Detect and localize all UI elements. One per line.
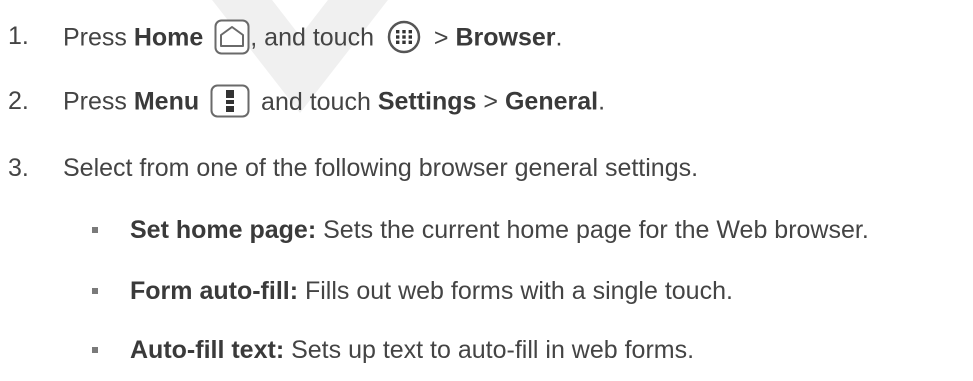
menu-label: Menu xyxy=(133,87,200,116)
bullet-term: Auto-fill text: xyxy=(130,336,285,364)
step-text: Select from one of the following browser… xyxy=(63,154,699,182)
separator: > xyxy=(433,23,449,52)
settings-label: Settings xyxy=(377,87,477,116)
step-number: 1. xyxy=(8,22,29,50)
step-number: 2. xyxy=(8,87,29,115)
bullet-description: Fills out web forms with a single touch. xyxy=(304,277,733,305)
bullet-icon xyxy=(92,288,98,294)
step-text: and touch xyxy=(261,87,371,116)
bullet-description: Sets up text to auto-fill in web forms. xyxy=(291,336,695,364)
bullet-term: Set home page: xyxy=(130,216,317,244)
apps-launcher-icon xyxy=(387,20,421,54)
bullet-icon xyxy=(92,227,98,233)
instruction-list: 1. Press Home , and touch > Browser. 2. xyxy=(0,0,973,381)
period: . xyxy=(555,23,563,52)
general-label: General xyxy=(504,87,599,116)
step-number: 3. xyxy=(8,154,29,182)
period: . xyxy=(598,87,606,116)
bullet-term: Form auto-fill: xyxy=(130,277,299,305)
bullet-description: Sets the current home page for the Web b… xyxy=(323,216,869,244)
browser-label: Browser xyxy=(455,23,556,52)
bullet-icon xyxy=(92,347,98,353)
menu-button-icon xyxy=(210,84,250,118)
home-label: Home xyxy=(133,23,204,52)
step-text: , and touch xyxy=(250,23,374,52)
separator: > xyxy=(483,87,499,116)
step-text: Press xyxy=(63,87,127,116)
home-button-icon xyxy=(214,19,250,55)
step-text: Press xyxy=(63,23,127,52)
